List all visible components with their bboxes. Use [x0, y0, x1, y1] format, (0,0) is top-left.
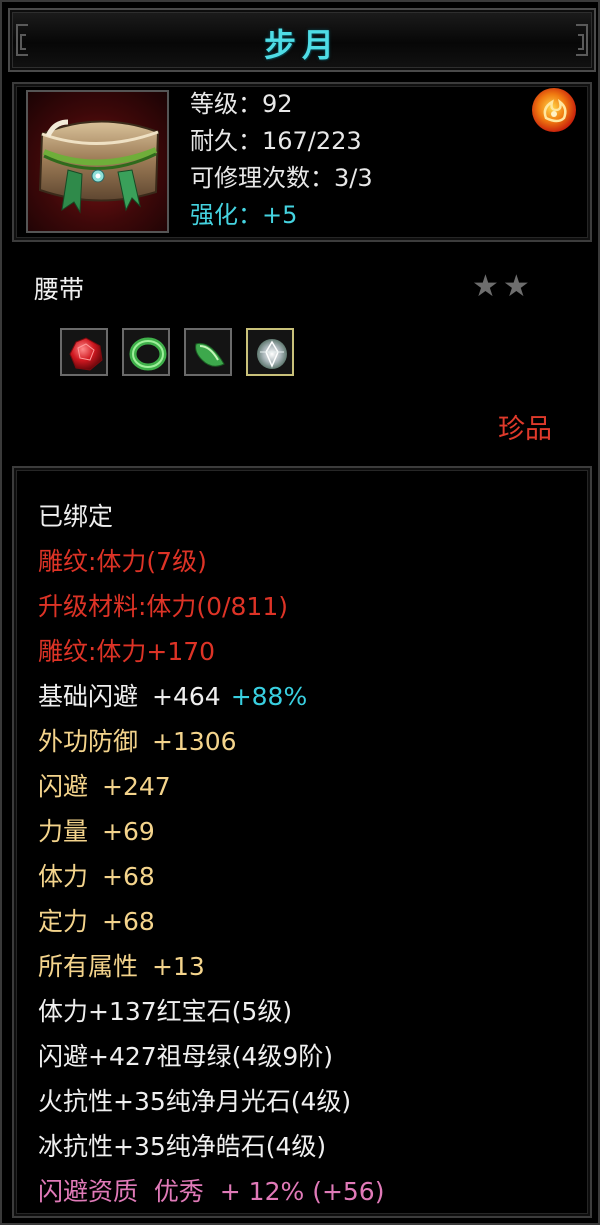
engrave-bonus-line: 雕纹:体力+170 — [38, 637, 216, 666]
item-stats: 等级：92 耐久：167/223 可修理次数：3/3 强化：+5 — [190, 86, 373, 234]
title-bar: 步月 — [8, 8, 596, 72]
star-icon: ★ — [472, 269, 503, 304]
strength-line: 力量 +69 — [38, 809, 384, 854]
durability-text: 耐久：167/223 — [190, 127, 362, 155]
attr-value: +247 — [102, 772, 171, 801]
vitality-line: 体力 +68 — [38, 854, 384, 899]
attribute-panel: 已绑定 雕纹:体力(7级) 升级材料:体力(0/811) 雕纹:体力+170 基… — [12, 466, 592, 1218]
upgrade-material-line: 升级材料:体力(0/811) — [38, 592, 288, 621]
gem-bonus-line: 闪避+427祖母绿(4级9阶) — [38, 1042, 333, 1071]
attr-name: 外功防御 — [38, 727, 139, 756]
external-defense-line: 外功防御 +1306 — [38, 719, 384, 764]
attr-name: 定力 — [38, 907, 89, 936]
attr-value: +69 — [102, 817, 155, 846]
item-tooltip: 步月 等级：92 耐久：167/223 可修理次数：3/3 强化：+5 腰带 ★… — [0, 0, 600, 1225]
enhance-text: 强化：+5 — [190, 201, 298, 229]
attr-value: +68 — [102, 907, 155, 936]
bound-status: 已绑定 — [38, 502, 114, 531]
attr-name: 体力 — [38, 862, 89, 891]
attr-name: 力量 — [38, 817, 89, 846]
attr-name: 所有属性 — [38, 952, 139, 981]
attr-value: +464 — [152, 682, 221, 711]
ruby-gem-icon[interactable] — [60, 328, 108, 376]
jade-ring-icon[interactable] — [122, 328, 170, 376]
gem-bonus-line: 体力+137红宝石(5级) — [38, 997, 293, 1026]
belt-icon — [26, 90, 169, 233]
attr-percent: +88% — [230, 682, 308, 711]
attribute-list: 已绑定 雕纹:体力(7级) 升级材料:体力(0/811) 雕纹:体力+170 基… — [38, 494, 384, 1214]
repair-count-text: 可修理次数：3/3 — [190, 164, 373, 192]
diamond-gem-icon[interactable] — [246, 328, 294, 376]
level-text: 等级：92 — [190, 90, 293, 118]
base-dodge-line: 基础闪避 +464 +88% — [38, 674, 384, 719]
gem-bonus-line: 冰抗性+35纯净皓石(4级) — [38, 1132, 327, 1161]
star-rating: ★★ — [472, 272, 534, 302]
item-name: 步月 — [263, 26, 340, 64]
engrave-line: 雕纹:体力(7级) — [38, 547, 207, 576]
attr-name: 闪避 — [38, 772, 89, 801]
quality-line: 闪避资质 优秀 + 12% (+56) — [38, 1177, 385, 1206]
gem-bonus-line: 火抗性+35纯净月光石(4级) — [38, 1087, 352, 1116]
all-attributes-line: 所有属性 +13 — [38, 944, 384, 989]
attr-value: +13 — [152, 952, 205, 981]
jade-shard-icon[interactable] — [184, 328, 232, 376]
attr-value: +1306 — [152, 727, 237, 756]
star-icon: ★ — [502, 269, 534, 304]
attr-name: 基础闪避 — [38, 682, 139, 711]
item-header: 等级：92 耐久：167/223 可修理次数：3/3 强化：+5 — [12, 82, 592, 242]
attr-value: +68 — [102, 862, 155, 891]
dodge-line: 闪避 +247 — [38, 764, 384, 809]
fire-emblem-icon — [532, 88, 576, 132]
focus-line: 定力 +68 — [38, 899, 384, 944]
item-type: 腰带 — [34, 275, 85, 304]
rarity-label: 珍品 — [498, 414, 552, 445]
